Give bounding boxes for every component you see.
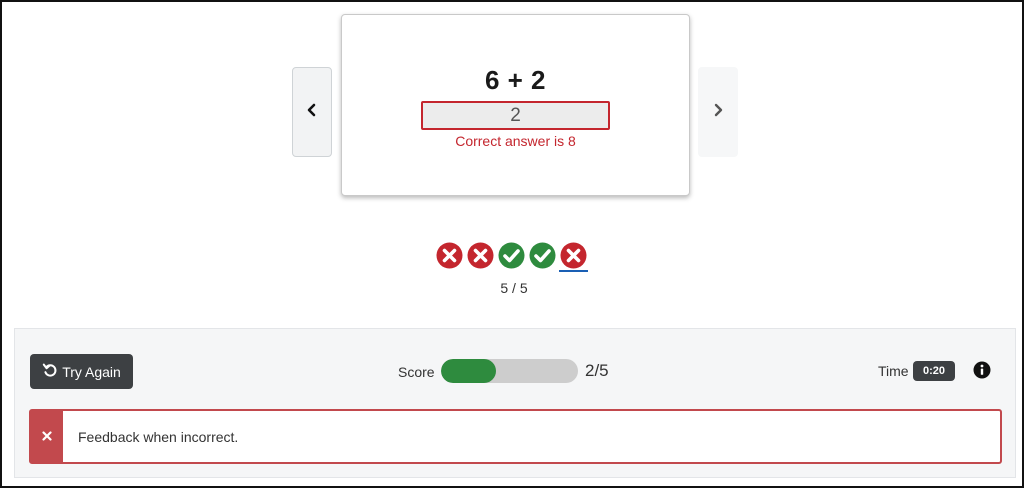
- score-progress-fill: [441, 359, 496, 383]
- correct-answer-text: Correct answer is 8: [455, 133, 576, 149]
- chevron-right-icon: [712, 103, 724, 122]
- result-correct-icon[interactable]: [498, 242, 525, 269]
- answer-input[interactable]: 2: [421, 101, 610, 130]
- close-icon: [42, 428, 52, 446]
- next-card-button[interactable]: [698, 67, 738, 157]
- previous-card-button[interactable]: [292, 67, 332, 157]
- card-counter: 5 / 5: [500, 280, 528, 296]
- score-value: 2/5: [585, 361, 609, 380]
- result-incorrect-icon[interactable]: [467, 242, 494, 269]
- chevron-left-icon: [306, 103, 318, 122]
- footer-panel: Try Again Score 2/5 Time 0:20 Feedback w…: [14, 328, 1016, 478]
- score-label: Score: [398, 364, 435, 380]
- result-incorrect-icon[interactable]: [436, 242, 463, 269]
- question-text: 6 + 2: [484, 65, 547, 95]
- progress-indicators: [436, 242, 588, 272]
- feedback-text: Feedback when incorrect.: [78, 429, 239, 445]
- try-again-button[interactable]: Try Again: [30, 354, 133, 389]
- undo-icon: [42, 362, 58, 381]
- info-icon[interactable]: [973, 361, 991, 379]
- result-incorrect-icon[interactable]: [559, 242, 588, 272]
- try-again-label: Try Again: [62, 363, 121, 380]
- time-badge: 0:20: [913, 361, 955, 381]
- app-frame: 6 + 2 2 Correct answer is 8 5 / 5 Try Ag…: [0, 0, 1024, 488]
- flashcard: 6 + 2 2 Correct answer is 8: [341, 14, 690, 196]
- time-label: Time: [878, 363, 909, 379]
- feedback-status-strip: [31, 411, 63, 462]
- score-progress-bar: [441, 359, 578, 383]
- feedback-message: Feedback when incorrect.: [29, 409, 1002, 464]
- result-correct-icon[interactable]: [529, 242, 556, 269]
